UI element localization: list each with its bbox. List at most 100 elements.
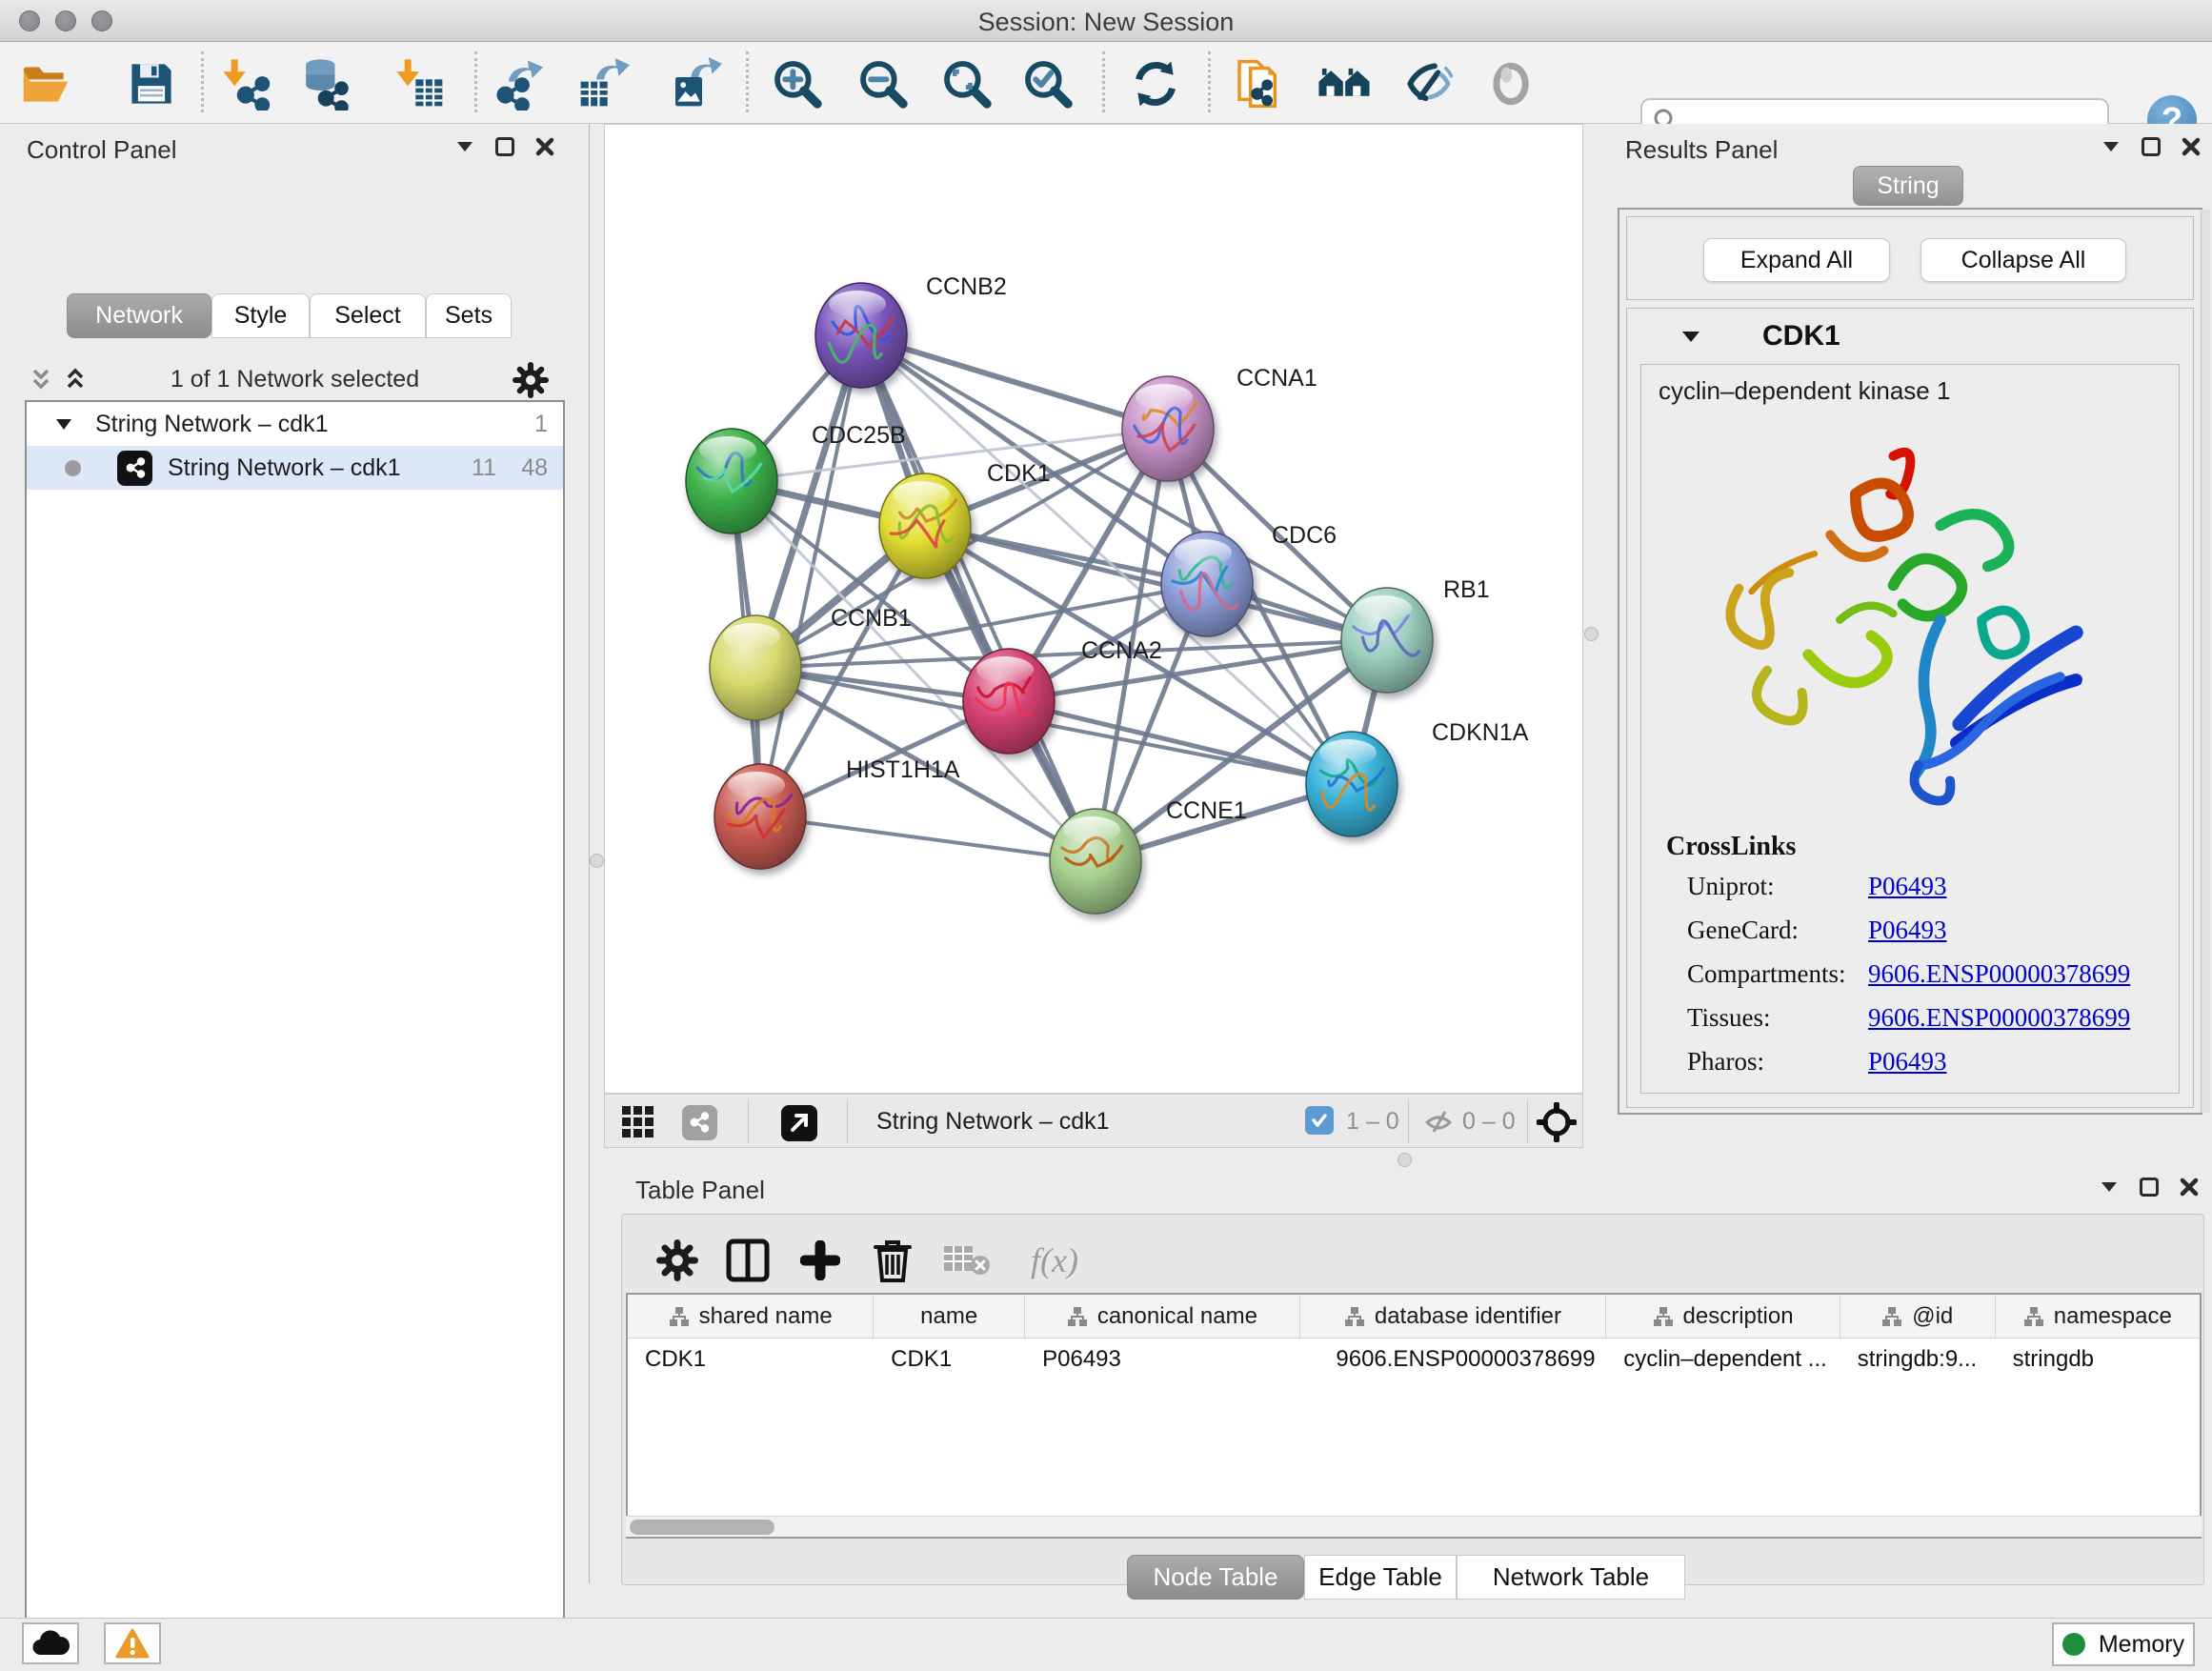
string-network-graph[interactable]: CCNB2CCNA1CDC25BCDK1CDC6RB1CCNB1CCNA2CDK… (605, 125, 1584, 1095)
show-all-networks-button[interactable] (1316, 55, 1373, 112)
float-panel-button[interactable] (2140, 1178, 2159, 1197)
open-session-button[interactable] (17, 55, 74, 112)
crosslink-link[interactable]: P06493 (1868, 1047, 1947, 1077)
results-panel-header-icons (2101, 137, 2201, 156)
toolbar-divider (201, 51, 204, 112)
network-node-CDC6 (1161, 532, 1253, 636)
column-header-description[interactable]: description (1606, 1295, 1840, 1338)
collapse-panel-button[interactable] (2101, 140, 2121, 153)
toolbar-divider (1102, 51, 1105, 112)
tab-network-table[interactable]: Network Table (1457, 1555, 1685, 1600)
tab-node-table[interactable]: Node Table (1127, 1555, 1304, 1600)
clone-network-button[interactable] (1231, 55, 1288, 112)
delete-table-button[interactable] (938, 1232, 995, 1289)
network-node-RB1 (1341, 588, 1433, 693)
network-options-button[interactable] (513, 362, 549, 398)
import-network-file-button[interactable] (218, 55, 275, 112)
crosslink-link[interactable]: 9606.ENSP00000378699 (1868, 1003, 2130, 1033)
zoom-out-button[interactable] (855, 55, 912, 112)
right-splitter[interactable] (1583, 124, 1599, 1148)
table-horizontal-scrollbar[interactable] (626, 1516, 2202, 1537)
crosslink-row: GeneCard: P06493 (1666, 906, 1796, 950)
close-panel-button[interactable] (2182, 137, 2201, 156)
create-column-button[interactable] (792, 1232, 849, 1289)
network-collection-row[interactable]: String Network – cdk1 1 (27, 402, 563, 446)
column-header-shared-name[interactable]: shared name (628, 1295, 874, 1338)
column-header-namespace[interactable]: namespace (1996, 1295, 2200, 1338)
results-scrollbar[interactable] (2201, 210, 2210, 1113)
table-options-button[interactable] (649, 1232, 706, 1289)
network-view-title: String Network – cdk1 (876, 1108, 1110, 1136)
tab-select[interactable]: Select (310, 293, 426, 338)
column-header-id[interactable]: @id (1840, 1295, 1996, 1338)
gene-symbol: CDK1 (1762, 320, 1840, 352)
column-header-canonical-name[interactable]: canonical name (1025, 1295, 1299, 1338)
export-table-button[interactable] (574, 55, 632, 112)
tab-string[interactable]: String (1853, 166, 1963, 206)
network-canvas[interactable]: CCNB2CCNA1CDC25BCDK1CDC6RB1CCNB1CCNA2CDK… (604, 124, 1583, 1094)
fit-content-button[interactable] (1535, 1100, 1579, 1144)
tab-network[interactable]: Network (67, 293, 211, 338)
close-panel-button[interactable] (535, 137, 554, 156)
memory-button[interactable]: Memory (2052, 1622, 2195, 1666)
splitter-handle[interactable] (1398, 1153, 1412, 1167)
delete-column-button[interactable] (864, 1232, 921, 1289)
network-summary-row: 1 of 1 Network selected (0, 358, 590, 402)
crosslink-link[interactable]: 9606.ENSP00000378699 (1868, 959, 2130, 989)
left-splitter[interactable] (590, 124, 604, 1148)
node-label-CCNE1: CCNE1 (1166, 797, 1247, 824)
import-network-database-button[interactable] (296, 55, 353, 112)
cloud-status-button[interactable] (22, 1622, 79, 1664)
network-row-selected[interactable]: String Network – cdk1 11 48 (27, 446, 563, 490)
collapse-panel-button[interactable] (2100, 1180, 2119, 1194)
close-panel-button[interactable] (2180, 1178, 2199, 1197)
selected-count-badge: 1 – 0 (1346, 1108, 1399, 1136)
column-header-name[interactable]: name (874, 1295, 1025, 1338)
eye-icon (1484, 57, 1538, 111)
detach-view-button[interactable] (778, 1102, 820, 1144)
collapse-all-button[interactable]: Collapse All (1920, 238, 2126, 282)
warning-status-button[interactable] (104, 1622, 161, 1664)
float-panel-button[interactable] (2142, 137, 2161, 156)
memory-label: Memory (2099, 1631, 2184, 1659)
zoom-selected-button[interactable] (1019, 55, 1076, 112)
float-panel-button[interactable] (495, 137, 514, 156)
network-node-HIST1H1A (714, 764, 806, 869)
grid-view-button[interactable] (616, 1100, 660, 1144)
save-session-button[interactable] (123, 55, 180, 112)
tab-style[interactable]: Style (211, 293, 310, 338)
network-node-CCNB2 (815, 283, 907, 388)
function-builder-button[interactable]: f(x) (1007, 1232, 1102, 1289)
network-node-CDKN1A (1306, 732, 1398, 836)
show-columns-button[interactable] (719, 1232, 776, 1289)
crosslink-row: Uniprot: P06493 (1666, 862, 1796, 906)
table-panel-title: Table Panel (635, 1176, 765, 1205)
float-icon (2140, 1178, 2159, 1197)
tab-sets[interactable]: Sets (426, 293, 512, 338)
crosslink-label: Uniprot: (1687, 872, 1775, 901)
zoom-in-button[interactable] (769, 55, 826, 112)
crosslink-link[interactable]: P06493 (1868, 916, 1947, 945)
scrollbar-thumb[interactable] (630, 1520, 774, 1535)
open-folder-icon (19, 59, 72, 109)
import-table-file-button[interactable] (392, 55, 449, 112)
column-header-database-identifier[interactable]: database identifier (1300, 1295, 1607, 1338)
export-image-button[interactable] (667, 55, 724, 112)
export-network-button[interactable] (493, 55, 551, 112)
splitter-handle[interactable] (1584, 627, 1599, 641)
zoom-fit-button[interactable] (938, 55, 995, 112)
splitter-handle[interactable] (590, 854, 604, 868)
selected-checkbox[interactable] (1305, 1106, 1334, 1135)
horizontal-splitter[interactable] (604, 1148, 2212, 1172)
table-row[interactable]: CDK1 CDK1 P06493 9606.ENSP00000378699 cy… (628, 1339, 2200, 1380)
gene-section-header[interactable]: CDK1 (1627, 309, 2193, 364)
network-view-mode-button[interactable] (677, 1100, 721, 1144)
tab-edge-table[interactable]: Edge Table (1304, 1555, 1457, 1600)
show-hidden-items-button[interactable] (1482, 55, 1539, 112)
triangle-down-icon (2101, 140, 2121, 153)
crosslink-link[interactable]: P06493 (1868, 872, 1947, 901)
expand-all-button[interactable]: Expand All (1703, 238, 1890, 282)
refresh-button[interactable] (1127, 55, 1184, 112)
collapse-panel-button[interactable] (455, 140, 474, 153)
hide-selected-button[interactable] (1399, 55, 1457, 112)
